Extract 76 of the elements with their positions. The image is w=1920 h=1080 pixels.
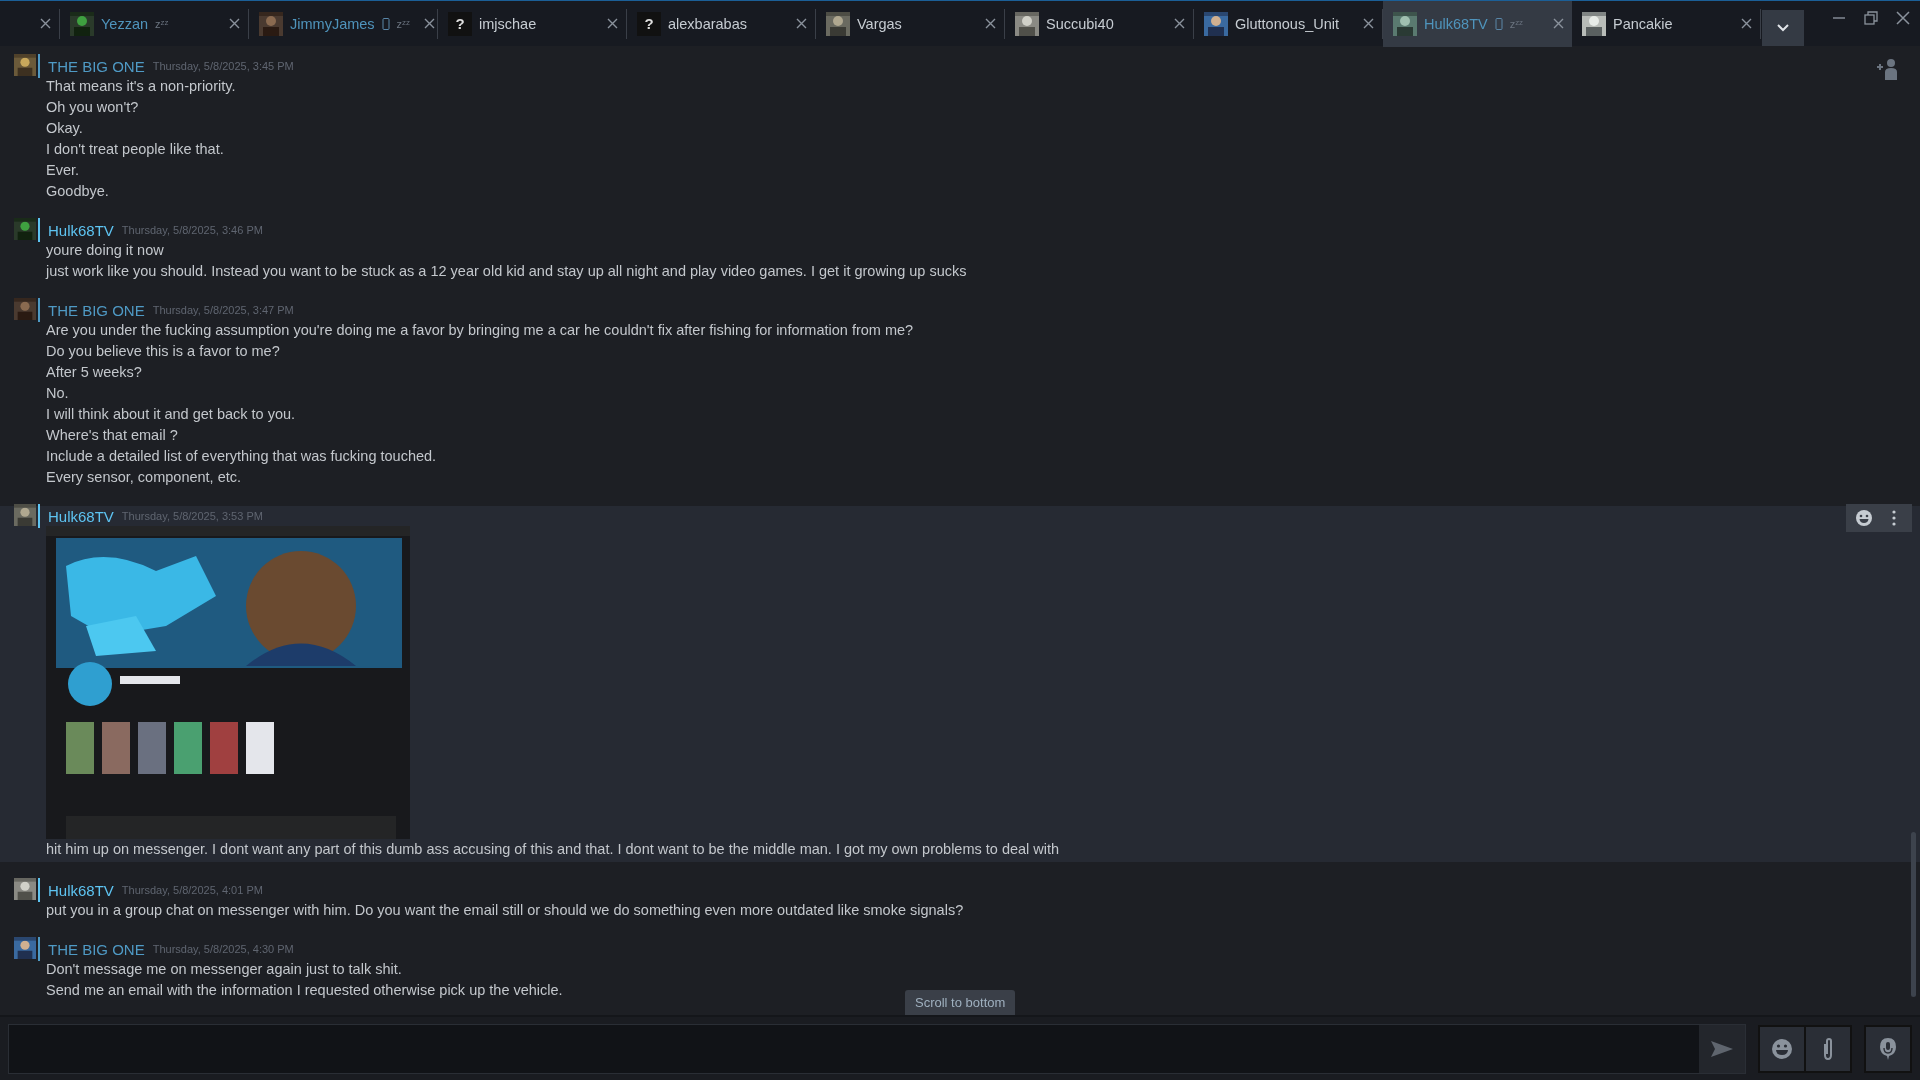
timestamp: Thursday, 5/8/2025, 4:01 PM	[121, 884, 263, 896]
message-text: No.	[46, 384, 69, 403]
send-button[interactable]	[1699, 1024, 1745, 1073]
tab-name: Yezzan	[101, 15, 149, 32]
message-text: That means it's a non-priority.	[46, 77, 236, 96]
tab-name: alexbarabas	[668, 15, 747, 32]
chat-tab[interactable]: Vargas	[816, 8, 1005, 39]
timestamp: Thursday, 5/8/2025, 3:47 PM	[152, 304, 294, 316]
attach-button[interactable]	[1806, 1026, 1850, 1071]
tabs-dropdown-button[interactable]	[1762, 10, 1804, 46]
message-text: Where's that email ?	[46, 426, 178, 445]
author-name: THE BIG ONE	[48, 301, 145, 319]
message-text: Don't message me on messenger again just to talk shit.	[46, 960, 402, 979]
voice-button[interactable]	[1866, 1026, 1910, 1071]
chat-tab[interactable]: Yezzan zᶻᶻ	[60, 8, 249, 39]
close-icon[interactable]	[424, 18, 435, 29]
message-input[interactable]	[8, 1023, 1746, 1074]
close-icon[interactable]	[1741, 18, 1752, 29]
avatar-glyph: ?	[637, 11, 661, 36]
message-text: just work like you should. Instead you want to be stuck as a 12 year old kid and stay up all night and play video games. I get it growing up sucks	[46, 262, 967, 281]
tab-name: Vargas	[857, 15, 902, 32]
message-text: Include a detailed list of everything that was fucking touched.	[46, 447, 437, 466]
message-text: Every sensor, component, etc.	[46, 468, 242, 487]
chat-tab[interactable]: ? alexbarabas	[627, 8, 816, 39]
chat-tab[interactable]: Succubi40	[1005, 8, 1194, 39]
message-text: I don't treat people like that.	[46, 140, 224, 159]
timestamp: Thursday, 5/8/2025, 3:45 PM	[152, 60, 294, 72]
author-name: Hulk68TV	[48, 221, 114, 239]
avatar-glyph: ?	[448, 11, 472, 36]
message-text: Goodbye.	[46, 182, 109, 201]
message-text: Okay.	[46, 119, 83, 138]
message-text: Do you believe this is a favor to me?	[46, 342, 280, 361]
close-icon[interactable]	[1363, 18, 1374, 29]
tab-name: Pancakie	[1613, 15, 1673, 32]
tab-name: Gluttonous_Unit	[1235, 15, 1339, 32]
away-mark: zᶻᶻ	[396, 17, 410, 30]
chat-tab[interactable]: JimmyJames zᶻᶻ	[249, 8, 438, 39]
message-text: youre doing it now	[46, 241, 164, 260]
author-name: THE BIG ONE	[48, 940, 145, 958]
chat-tab[interactable]: Pancakie	[1572, 8, 1761, 39]
tab-name: JimmyJames	[290, 15, 375, 32]
timestamp: Thursday, 5/8/2025, 3:46 PM	[121, 224, 263, 236]
message-text: Ever.	[46, 161, 80, 180]
message-text: put you in a group chat on messenger with him. Do you want the email still or should we do something even more outdated like smoke signals?	[46, 901, 964, 920]
timestamp: Thursday, 5/8/2025, 4:30 PM	[152, 943, 294, 955]
emoji-icon[interactable]	[1854, 508, 1874, 528]
author-name: THE BIG ONE	[48, 57, 145, 75]
scroll-to-bottom-button[interactable]: Scroll to bottom	[905, 990, 1016, 1015]
close-icon[interactable]	[607, 18, 618, 29]
tab-name: imjschae	[479, 15, 537, 32]
author-name: Hulk68TV	[48, 881, 114, 899]
chevron-down-icon	[1776, 24, 1790, 32]
message-text: hit him up on messenger. I dont want any part of this dumb ass accusing of this and that. I dont want to be the middle man. I got my own problems to deal with	[46, 840, 1060, 859]
timestamp: Thursday, 5/8/2025, 3:53 PM	[121, 510, 263, 522]
close-icon[interactable]	[1553, 18, 1564, 29]
close-icon[interactable]	[1174, 18, 1185, 29]
away-mark: zᶻᶻ	[155, 17, 169, 30]
close-icon[interactable]	[796, 18, 807, 29]
emoji-button[interactable]	[1760, 1026, 1804, 1071]
close-icon[interactable]	[229, 18, 240, 29]
add-friend-icon[interactable]	[1876, 58, 1900, 80]
message-text: I will think about it and get back to you.	[46, 405, 296, 424]
message-text: Oh you won't?	[46, 98, 139, 117]
close-icon[interactable]	[40, 18, 51, 29]
message-text: After 5 weeks?	[46, 363, 142, 382]
message-text: Are you under the fucking assumption you're doing me a favor by bringing me a car he couldn't fix after fishing for information from me?	[46, 321, 914, 340]
message-text: Send me an email with the information I requested otherwise pick up the vehicle.	[46, 981, 563, 1000]
close-icon[interactable]	[985, 18, 996, 29]
author-name: Hulk68TV	[48, 507, 114, 525]
close-icon[interactable]	[1896, 11, 1910, 25]
chat-tab[interactable]: ? imjschae	[438, 8, 627, 39]
tab-name: Succubi40	[1046, 15, 1114, 32]
restore-icon[interactable]	[1864, 11, 1878, 25]
chat-tab[interactable]: Gluttonous_Unit	[1194, 8, 1383, 39]
tab-name: Hulk68TV	[1424, 15, 1488, 32]
scrollbar[interactable]	[1911, 832, 1916, 997]
